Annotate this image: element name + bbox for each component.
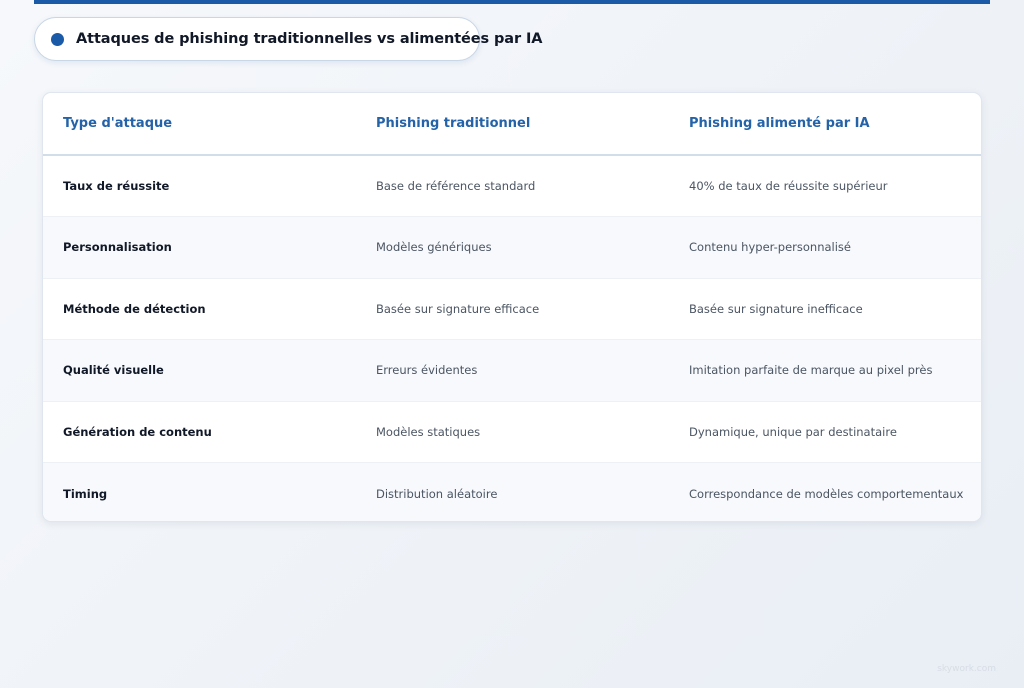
ai-cell: Basée sur signature inefficace — [689, 301, 863, 316]
page-title: Attaques de phishing traditionnelles vs … — [76, 31, 543, 47]
traditional-cell: Modèles génériques — [376, 240, 492, 255]
row-label: Méthode de détection — [63, 301, 206, 316]
table-row: Personnalisation Modèles génériques Cont… — [43, 216, 981, 278]
top-accent-bar — [34, 0, 990, 4]
row-label: Timing — [63, 486, 108, 501]
traditional-cell: Base de référence standard — [376, 179, 536, 193]
traditional-cell: Modèles statiques — [376, 424, 481, 439]
row-label: Qualité visuelle — [63, 363, 164, 378]
traditional-cell: Erreurs évidentes — [376, 363, 478, 378]
table-row: Génération de contenu Modèles statiques … — [43, 401, 981, 463]
bullet-dot-icon — [51, 32, 64, 46]
traditional-cell: Basée sur signature efficace — [376, 301, 540, 316]
ai-cell: Contenu hyper-personnalisé — [689, 240, 851, 255]
comparison-table: Type d'attaque Phishing traditionnel Phi… — [43, 93, 981, 521]
title-pill: Attaques de phishing traditionnelles vs … — [34, 17, 542, 61]
table-row: Timing Distribution aléatoire Correspond… — [43, 462, 981, 521]
watermark: skywork.com — [937, 664, 996, 674]
header-ai-powered: Phishing alimenté par IA — [689, 116, 870, 131]
table-header-row: Type d'attaque Phishing traditionnel Phi… — [43, 93, 981, 155]
row-label: Personnalisation — [63, 240, 172, 255]
row-label: Génération de contenu — [63, 424, 212, 439]
ai-cell: Correspondance de modèles comportementau… — [689, 486, 964, 501]
ai-cell: 40% de taux de réussite supérieur — [689, 179, 888, 193]
table-row: Qualité visuelle Erreurs évidentes Imita… — [43, 339, 981, 401]
table-row: Méthode de détection Basée sur signature… — [43, 278, 981, 340]
row-label: Taux de réussite — [63, 179, 170, 193]
ai-cell: Imitation parfaite de marque au pixel pr… — [689, 363, 933, 378]
table-row: Taux de réussite Base de référence stand… — [43, 155, 981, 217]
header-traditional: Phishing traditionnel — [376, 116, 531, 131]
comparison-table-card: Type d'attaque Phishing traditionnel Phi… — [42, 92, 982, 522]
traditional-cell: Distribution aléatoire — [376, 486, 498, 501]
ai-cell: Dynamique, unique par destinataire — [689, 424, 897, 439]
header-attack-type: Type d'attaque — [63, 116, 173, 131]
